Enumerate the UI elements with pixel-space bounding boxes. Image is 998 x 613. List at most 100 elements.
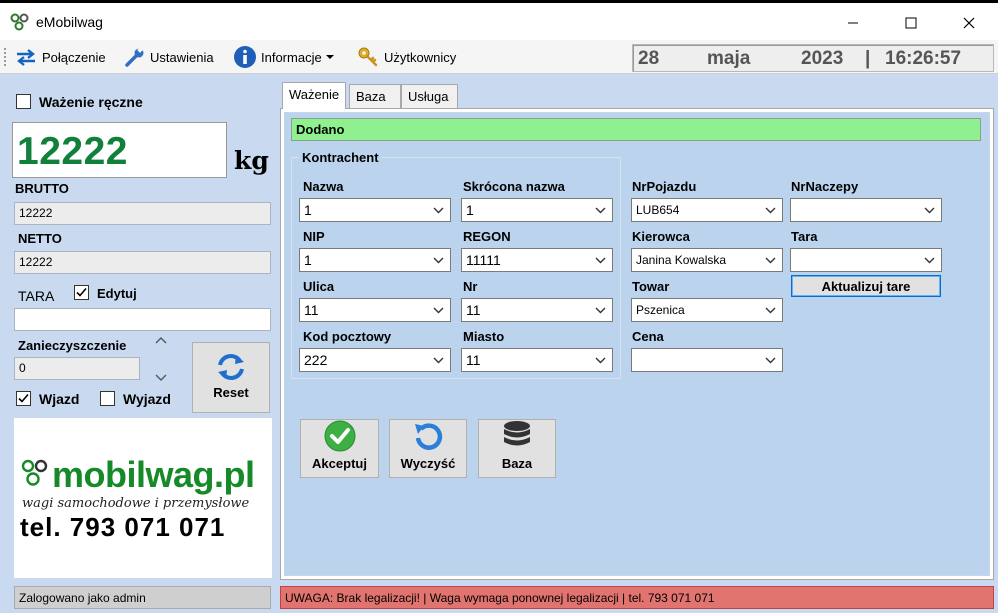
tare-input[interactable] <box>14 308 271 331</box>
menu-settings[interactable]: Ustawienia <box>124 46 214 68</box>
nr-value: 11 <box>466 302 481 318</box>
menu-connection-label: Połączenie <box>42 49 106 65</box>
tara-label: TARA <box>18 288 55 304</box>
nrpojazdu-value: LUB654 <box>636 203 680 217</box>
logo-brand-text: mobilwag.pl <box>52 454 255 495</box>
cena-label: Cena <box>632 329 664 344</box>
checkmark-icon <box>18 393 29 403</box>
towar-combo[interactable]: Pszenica <box>631 298 783 322</box>
menu-users[interactable]: Użytkownicy <box>356 46 456 68</box>
chevron-down-icon <box>924 207 935 214</box>
nrpojazdu-combo[interactable]: LUB654 <box>631 198 783 222</box>
menu-info[interactable]: Informacje <box>233 46 334 68</box>
tab-baza[interactable]: Baza <box>349 84 401 108</box>
reset-button[interactable]: Reset <box>192 342 270 413</box>
nr-combo[interactable]: 11 <box>461 298 613 322</box>
skrocona-combo[interactable]: 1 <box>461 198 613 222</box>
chevron-down-icon <box>765 257 776 264</box>
contamination-input[interactable]: 0 <box>14 357 140 380</box>
kierowca-label: Kierowca <box>632 229 690 244</box>
menu-settings-label: Ustawienia <box>150 49 214 65</box>
nazwa-combo[interactable]: 1 <box>299 198 451 222</box>
chevron-down-icon <box>765 307 776 314</box>
window-title: eMobilwag <box>36 14 103 30</box>
entry-label: Wjazd <box>39 391 80 407</box>
regon-value: 11111 <box>466 252 501 268</box>
status-banner: Dodano <box>291 118 981 141</box>
close-button[interactable] <box>940 5 998 41</box>
chevron-down-icon <box>924 257 935 264</box>
database-label: Baza <box>501 456 533 471</box>
miasto-label: Miasto <box>463 329 505 344</box>
nip-combo[interactable]: 1 <box>299 248 451 272</box>
title-bar[interactable]: eMobilwag <box>0 0 998 40</box>
kierowca-combo[interactable]: Janina Kowalska <box>631 248 783 272</box>
ulica-combo[interactable]: 11 <box>299 298 451 322</box>
dropdown-arrow-icon <box>325 55 334 59</box>
cena-combo[interactable] <box>631 348 783 372</box>
clock-time: 16:26:57 <box>885 48 962 69</box>
nrnaczepy-combo[interactable] <box>790 198 942 222</box>
brutto-field: 12222 <box>14 202 271 225</box>
maximize-icon <box>905 17 917 29</box>
kod-label: Kod pocztowy <box>303 329 392 344</box>
regon-label: REGON <box>463 229 511 244</box>
towar-label: Towar <box>632 279 670 294</box>
regon-combo[interactable]: 11111 <box>461 248 613 272</box>
contamination-spinner[interactable] <box>149 336 173 382</box>
tab-wazenie[interactable]: Ważenie <box>282 82 347 109</box>
tara-combo-label: Tara <box>791 229 818 244</box>
edit-tare-checkbox[interactable] <box>74 285 89 300</box>
checkmark-circle-icon <box>324 420 355 452</box>
chevron-down-icon <box>595 257 606 264</box>
clear-button[interactable]: Wyczyść <box>389 419 467 478</box>
spin-up-icon[interactable] <box>155 336 167 344</box>
edit-tare-label: Edytuj <box>97 286 137 301</box>
chevron-down-icon <box>765 357 776 364</box>
ulica-value: 11 <box>304 302 319 318</box>
accept-button[interactable]: Akceptuj <box>300 419 379 478</box>
keys-icon <box>358 47 378 67</box>
app-logo-icon <box>10 13 30 31</box>
checkmark-icon <box>76 287 87 297</box>
tara-combo[interactable] <box>790 248 942 272</box>
update-tare-button[interactable]: Aktualizuj tare <box>791 275 941 297</box>
exit-label: Wyjazd <box>123 391 171 407</box>
chevron-down-icon <box>433 207 444 214</box>
chevron-down-icon <box>433 357 444 364</box>
nazwa-value: 1 <box>304 202 312 218</box>
nip-label: NIP <box>303 229 325 244</box>
kod-combo[interactable]: 222 <box>299 348 451 372</box>
chevron-down-icon <box>433 257 444 264</box>
spin-down-icon[interactable] <box>155 374 167 382</box>
weight-unit: kg <box>234 146 269 175</box>
database-button[interactable]: Baza <box>478 419 556 478</box>
contractor-group-title: Kontrachent <box>299 150 382 165</box>
reset-label: Reset <box>213 385 249 400</box>
minimize-icon <box>848 22 858 24</box>
skrocona-value: 1 <box>466 202 474 218</box>
manual-weighing-checkbox[interactable] <box>16 94 31 109</box>
chevron-down-icon <box>595 207 606 214</box>
exit-checkbox[interactable] <box>100 391 115 406</box>
maximize-button[interactable] <box>882 5 940 41</box>
info-icon <box>234 46 256 68</box>
logo-tagline: wagi samochodowe i przemysłowe <box>22 496 250 511</box>
ulica-label: Ulica <box>303 279 335 294</box>
accept-label: Akceptuj <box>312 456 367 471</box>
menu-connection[interactable]: Połączenie <box>14 46 106 68</box>
toolbar-grip[interactable] <box>4 48 8 66</box>
kierowca-value: Janina Kowalska <box>636 253 727 267</box>
miasto-combo[interactable]: 11 <box>461 348 613 372</box>
entry-checkbox[interactable] <box>16 391 31 406</box>
refresh-icon <box>218 354 244 380</box>
tab-usluga[interactable]: Usługa <box>401 84 458 108</box>
close-icon <box>963 17 975 29</box>
nazwa-label: Nazwa <box>303 179 344 194</box>
minimize-button[interactable] <box>824 5 882 41</box>
chevron-down-icon <box>433 307 444 314</box>
nip-value: 1 <box>304 252 312 268</box>
database-icon <box>504 421 530 446</box>
weight-display: 12222 <box>12 122 227 178</box>
date-separator: | <box>865 48 871 69</box>
